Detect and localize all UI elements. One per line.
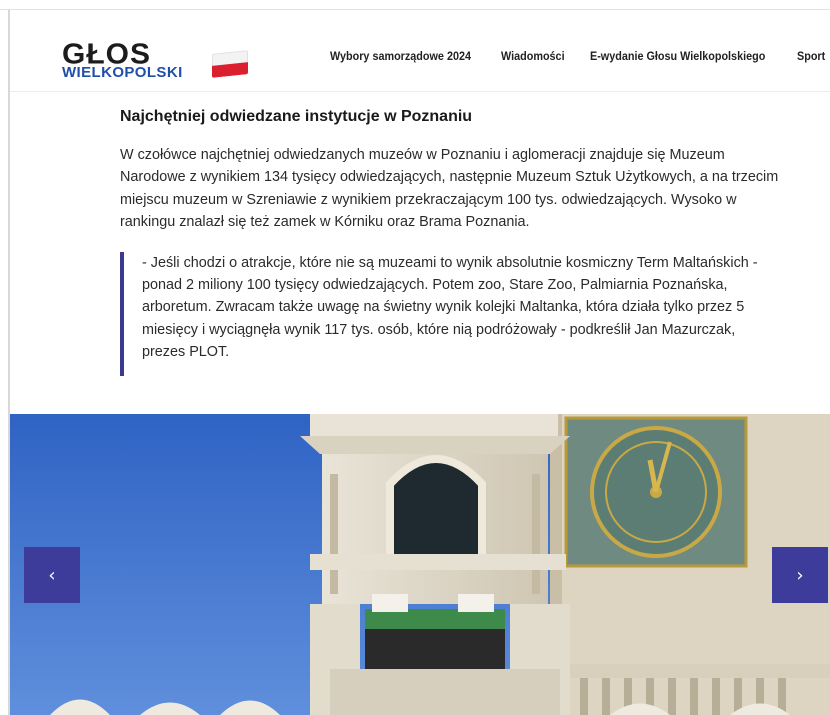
article-quote: - Jeśli chodzi o atrakcje, które nie są … xyxy=(120,251,830,376)
nav-item-sport[interactable]: Sport xyxy=(797,51,825,63)
site-header: GŁOS WIELKOPOLSKI Wybory samorządowe 202… xyxy=(10,28,830,92)
paragraph-line: Narodowe z wynikiem 134 tysięcy odwiedza… xyxy=(120,169,779,186)
nav-item-e-edition[interactable]: E-wydanie Głosu Wielkopolskiego xyxy=(590,51,765,63)
nav-item-elections[interactable]: Wybory samorządowe 2024 xyxy=(330,51,471,63)
quote-line: prezes PLOT. xyxy=(142,344,230,361)
photo-gallery: ‹ › xyxy=(10,414,830,715)
paragraph-line: W czołówce najchętniej odwiedzanych muze… xyxy=(120,147,725,163)
quote-line: miesięcy i wyciągnęła wynik 117 tys. osó… xyxy=(142,321,736,338)
gallery-photo-town-hall xyxy=(10,414,830,715)
main-nav: Wybory samorządowe 2024 Wiadomości E-wyd… xyxy=(330,51,830,63)
quote-bar xyxy=(120,251,124,376)
article-paragraph: W czołówce najchętniej odwiedzanych muze… xyxy=(120,144,830,234)
nav-item-news[interactable]: Wiadomości xyxy=(501,51,565,63)
polish-flag-icon xyxy=(212,50,248,78)
section-heading: Najchętniej odwiedzane instytucje w Pozn… xyxy=(120,108,473,125)
chevron-right-icon: › xyxy=(796,564,804,586)
site-logo[interactable]: GŁOS WIELKOPOLSKI xyxy=(62,39,252,81)
quote-line: arboretum. Zwracam także uwagę na świetn… xyxy=(142,299,745,316)
paragraph-line: miejscu muzeum w Szreniawie z wynikiem p… xyxy=(120,191,737,208)
quote-line: ponad 2 miliony 100 tysięcy odwiedzający… xyxy=(142,277,728,294)
logo-bottom-text: WIELKOPOLSKI xyxy=(62,64,183,81)
paragraph-line: rankingu znalazł się też zamek w Kórniku… xyxy=(120,214,530,231)
article-body: Najchętniej odwiedzane instytucje w Pozn… xyxy=(120,108,830,376)
chevron-left-icon: ‹ xyxy=(48,564,56,586)
browser-top-edge xyxy=(0,0,830,10)
gallery-next-button[interactable]: › xyxy=(772,547,828,603)
gallery-prev-button[interactable]: ‹ xyxy=(24,547,80,603)
quote-line: - Jeśli chodzi o atrakcje, które nie są … xyxy=(142,254,758,271)
